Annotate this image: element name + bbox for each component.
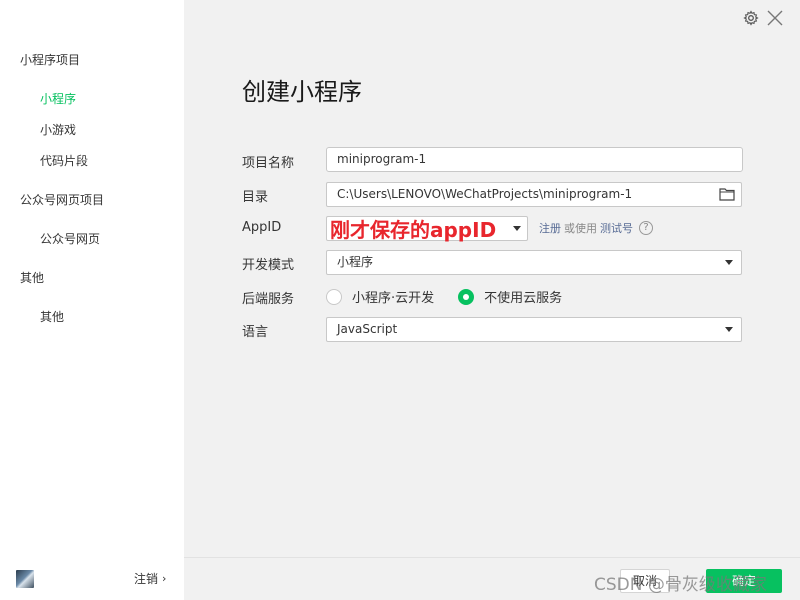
project-name-input[interactable]: miniprogram-1 xyxy=(326,147,743,172)
page-title: 创建小程序 xyxy=(242,78,362,106)
dev-mode-value: 小程序 xyxy=(337,255,374,269)
appid-annotation: 刚才保存的appID xyxy=(330,218,497,242)
backend-radio-group: 小程序·云开发 不使用云服务 xyxy=(326,287,562,306)
main-panel: 创建小程序 项目名称 miniprogram-1 目录 C:\Users\LEN… xyxy=(184,0,800,600)
nav-item-other[interactable]: 其他 xyxy=(40,308,64,325)
cancel-button[interactable]: 取消 xyxy=(620,569,670,593)
nav-item-minigame[interactable]: 小游戏 xyxy=(40,121,76,138)
directory-label: 目录 xyxy=(242,190,269,205)
nav-group-other: 其他 xyxy=(20,271,45,285)
gear-icon[interactable] xyxy=(742,9,760,27)
chevron-down-icon xyxy=(725,260,733,265)
nav-item-miniprogram[interactable]: 小程序 xyxy=(40,90,76,107)
nav-group-official-web: 公众号网页项目 xyxy=(20,193,105,207)
chevron-down-icon xyxy=(513,226,521,231)
logout-button[interactable]: 注销 › xyxy=(134,570,166,587)
or-use-text: 或使用 xyxy=(564,222,597,235)
chevron-right-icon: › xyxy=(162,572,167,585)
project-name-value: miniprogram-1 xyxy=(337,152,427,166)
nav-item-code-snippet[interactable]: 代码片段 xyxy=(40,152,88,169)
radio-no-cloud-label: 不使用云服务 xyxy=(484,291,563,306)
backend-label: 后端服务 xyxy=(242,292,295,307)
avatar[interactable] xyxy=(16,570,34,588)
appid-label: AppID xyxy=(242,220,282,235)
radio-circle-checked xyxy=(458,288,475,305)
register-link[interactable]: 注册 xyxy=(539,220,561,236)
help-icon[interactable]: ? xyxy=(639,221,653,235)
directory-value: C:\Users\LENOVO\WeChatProjects\miniprogr… xyxy=(337,187,633,201)
language-select[interactable]: JavaScript xyxy=(326,317,742,342)
close-icon[interactable] xyxy=(766,9,784,27)
sidebar: 小程序项目 小程序 小游戏 代码片段 公众号网页项目 公众号网页 其他 其他 注… xyxy=(0,0,184,600)
test-account-link[interactable]: 测试号 xyxy=(600,220,633,236)
language-value: JavaScript xyxy=(337,322,398,336)
radio-circle-unchecked xyxy=(326,288,342,305)
folder-icon[interactable] xyxy=(719,187,735,201)
language-label: 语言 xyxy=(242,325,269,340)
nav-item-official-web[interactable]: 公众号网页 xyxy=(40,230,100,247)
radio-cloud-dev[interactable]: 小程序·云开发 xyxy=(326,287,434,306)
radio-no-cloud[interactable]: 不使用云服务 xyxy=(458,287,562,306)
dev-mode-label: 开发模式 xyxy=(242,258,295,273)
directory-input[interactable]: C:\Users\LENOVO\WeChatProjects\miniprogr… xyxy=(326,182,742,207)
chevron-down-icon xyxy=(725,327,733,332)
project-name-label: 项目名称 xyxy=(242,156,295,171)
appid-links: 注册 或使用 测试号 ? xyxy=(539,220,653,236)
radio-cloud-dev-label: 小程序·云开发 xyxy=(352,291,435,306)
nav-group-miniprogram: 小程序项目 xyxy=(20,53,81,67)
dev-mode-select[interactable]: 小程序 xyxy=(326,250,742,275)
logout-label: 注销 xyxy=(134,572,159,586)
footer-bar: 取消 确定 CSDN @骨灰级收藏家 xyxy=(184,557,800,600)
confirm-button[interactable]: 确定 xyxy=(706,569,782,593)
